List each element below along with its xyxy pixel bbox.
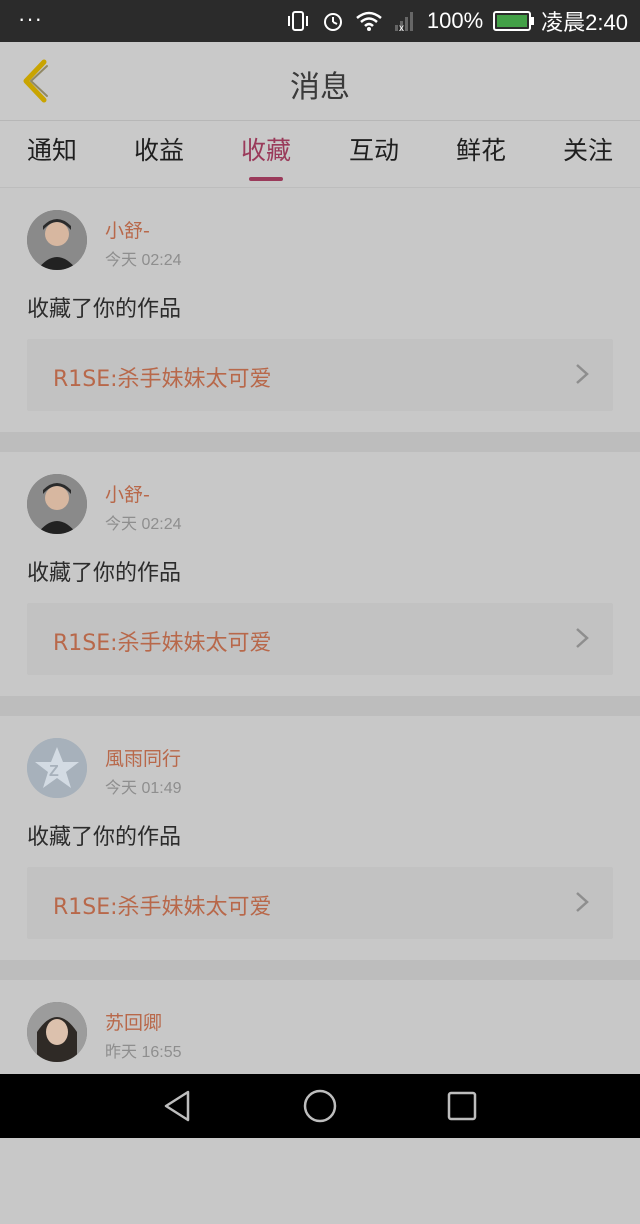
user-name[interactable]: 小舒- (105, 216, 150, 243)
chevron-right-icon (576, 628, 589, 648)
tab-bar: 通知 收益 收藏 互动 鲜花 关注 (0, 121, 640, 188)
user-name[interactable]: 苏回卿 (105, 1008, 162, 1035)
system-nav-bar (0, 1074, 640, 1138)
timestamp: 昨天 16:55 (105, 1044, 182, 1061)
divider (0, 432, 640, 452)
tab-follow[interactable]: 关注 (563, 131, 613, 175)
svg-text:x: x (399, 23, 404, 33)
notification-item: 小舒- 今天 02:24 收藏了你的作品 R1SE:杀手妹妹太可爱 (0, 188, 640, 432)
recents-square-icon[interactable] (444, 1088, 480, 1124)
work-link[interactable]: R1SE:杀手妹妹太可爱 (27, 603, 613, 675)
avatar[interactable] (27, 1002, 87, 1062)
work-title: R1SE:杀手妹妹太可爱 (53, 895, 272, 920)
active-tab-indicator (248, 177, 283, 181)
battery-percent: 100% (426, 8, 484, 33)
tab-label: 鲜花 (455, 136, 507, 165)
timestamp: 今天 01:49 (105, 780, 182, 797)
tab-notify[interactable]: 通知 (27, 131, 77, 175)
chevron-right-icon (576, 892, 589, 912)
menu-dots[interactable]: ··· (18, 6, 43, 32)
chevron-right-icon (576, 364, 589, 384)
svg-text:Z: Z (49, 763, 59, 780)
work-title: R1SE:杀手妹妹太可爱 (53, 631, 272, 656)
tab-interact[interactable]: 互动 (349, 131, 399, 175)
signal-icon: x (394, 12, 413, 33)
notification-item: Z 風雨同行 今天 01:49 收藏了你的作品 R1SE:杀手妹妹太可爱 (0, 716, 640, 960)
user-name[interactable]: 小舒- (105, 480, 150, 507)
status-right: x 100% 凌晨2:40 (285, 0, 628, 42)
avatar[interactable]: Z (27, 738, 87, 798)
home-circle-icon[interactable] (302, 1088, 338, 1124)
tab-favorites[interactable]: 收藏 (240, 131, 292, 181)
action-text: 收藏了你的作品 (27, 561, 182, 586)
tab-earnings[interactable]: 收益 (134, 131, 184, 175)
status-bar: ··· x 100% 凌晨2:40 (0, 0, 640, 42)
divider (0, 960, 640, 980)
action-text: 收藏了你的作品 (27, 297, 182, 322)
tab-label: 互动 (348, 136, 400, 165)
clock: 凌晨2:40 (541, 10, 628, 35)
timestamp: 今天 02:24 (105, 252, 182, 269)
user-name[interactable]: 風雨同行 (105, 744, 181, 771)
avatar[interactable] (27, 210, 87, 270)
back-triangle-icon[interactable] (160, 1088, 196, 1124)
divider (0, 696, 640, 716)
work-link[interactable]: R1SE:杀手妹妹太可爱 (27, 339, 613, 411)
avatar[interactable] (27, 474, 87, 534)
tab-label: 收益 (133, 136, 185, 165)
action-text: 收藏了你的作品 (27, 825, 182, 850)
battery-icon (493, 11, 535, 31)
app-bar: 消息 (0, 42, 640, 121)
page-title: 消息 (290, 70, 350, 105)
timestamp: 今天 02:24 (105, 516, 182, 533)
tab-label: 通知 (26, 136, 78, 165)
work-title: R1SE:杀手妹妹太可爱 (53, 367, 272, 392)
vibrate-icon (287, 11, 308, 31)
alarm-icon (323, 13, 342, 31)
wifi-icon (356, 11, 382, 31)
work-link[interactable]: R1SE:杀手妹妹太可爱 (27, 867, 613, 939)
tab-label: 关注 (562, 136, 614, 165)
notification-item: 小舒- 今天 02:24 收藏了你的作品 R1SE:杀手妹妹太可爱 (0, 452, 640, 696)
tab-label: 收藏 (240, 136, 292, 165)
notification-list: 小舒- 今天 02:24 收藏了你的作品 R1SE:杀手妹妹太可爱 小舒- 今天… (0, 188, 640, 1224)
tab-flowers[interactable]: 鲜花 (456, 131, 506, 175)
